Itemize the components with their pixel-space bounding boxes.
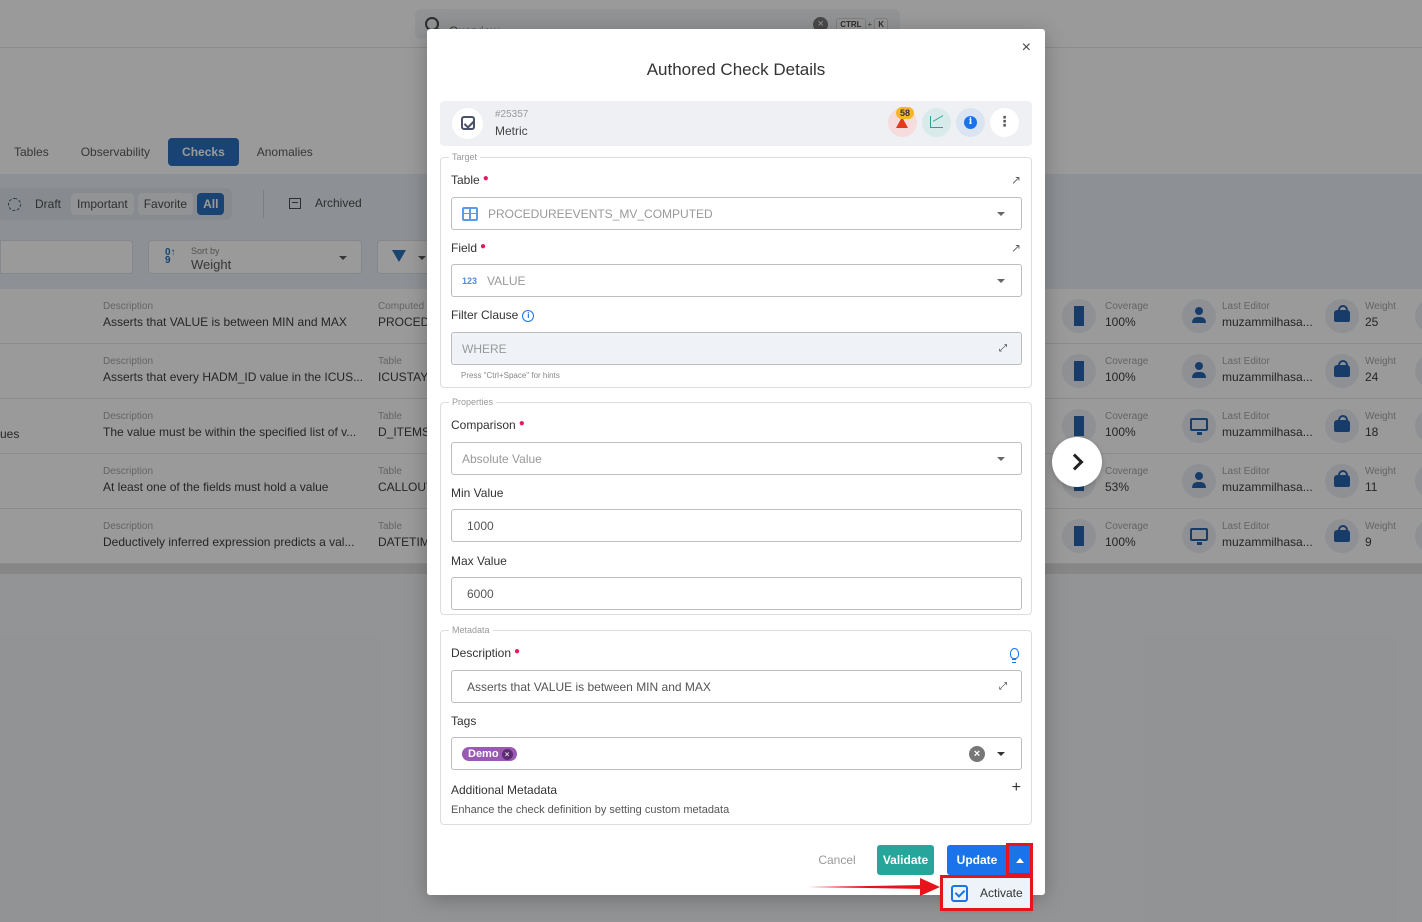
properties-section: Properties Comparison ● Absolute Value Mi… <box>440 397 1032 615</box>
comparison-select[interactable]: Absolute Value <box>451 442 1022 475</box>
target-legend: Target <box>452 152 478 162</box>
update-button[interactable]: Update <box>947 845 1007 875</box>
max-value-input[interactable]: 6000 <box>451 577 1022 610</box>
metadata-legend: Metadata <box>452 625 490 635</box>
min-value-input[interactable]: 1000 <box>451 509 1022 542</box>
table-select[interactable]: PROCEDUREEVENTS_MV_COMPUTED <box>451 197 1022 230</box>
cancel-button[interactable]: Cancel <box>811 845 863 875</box>
annotation-arrow-head <box>920 878 940 896</box>
table-field-label: Table ● <box>451 173 489 187</box>
metadata-section: Metadata Description ● Asserts that VALUE… <box>440 625 1032 825</box>
chart-button[interactable] <box>922 108 951 137</box>
anomaly-count-badge: 58 <box>896 107 915 119</box>
field-label: Field ● <box>451 241 487 255</box>
numeric-type-icon: 123 <box>462 275 478 286</box>
close-icon[interactable]: × <box>1022 39 1031 57</box>
comparison-placeholder: Absolute Value <box>462 451 542 466</box>
tags-label: Tags <box>451 714 477 728</box>
filter-clause-input[interactable]: WHERE ⤢ <box>451 332 1022 365</box>
remove-tag-icon[interactable]: × <box>501 748 513 760</box>
dialog-title: Authored Check Details <box>646 60 826 79</box>
field-select[interactable]: 123 VALUE <box>451 264 1022 297</box>
description-input[interactable]: Asserts that VALUE is between MIN and MA… <box>451 670 1022 703</box>
field-select-value: VALUE <box>487 273 526 288</box>
description-input-value: Asserts that VALUE is between MIN and MA… <box>467 679 711 694</box>
properties-legend: Properties <box>452 397 494 407</box>
info-icon: i <box>964 116 977 129</box>
check-header: #25357 Metric 58 i ⋮ <box>440 101 1032 146</box>
tag-chip[interactable]: Demo × <box>462 747 517 761</box>
table-icon <box>462 206 478 221</box>
chevron-right-icon <box>1066 453 1083 471</box>
info-icon[interactable]: i <box>522 309 535 322</box>
highlight-box-activate <box>940 875 1033 911</box>
chevron-down-icon <box>997 751 1005 756</box>
expand-icon[interactable]: ⤢ <box>999 681 1007 692</box>
info-button[interactable]: i <box>956 108 985 137</box>
add-metadata-icon[interactable]: + <box>1012 779 1021 797</box>
filter-hint: Press "Ctrl+Space" for hints <box>461 371 560 380</box>
comparison-label: Comparison ● <box>451 418 525 432</box>
authored-check-details-dialog: × Authored Check Details #25357 Metric 5… <box>427 29 1045 895</box>
chevron-down-icon <box>997 456 1005 461</box>
description-field-label: Description ● <box>451 646 521 660</box>
max-value-label: Max Value <box>451 554 507 568</box>
validate-button[interactable]: Validate <box>877 845 934 875</box>
tag-label: Demo <box>468 748 499 760</box>
highlight-box-toggle <box>1006 843 1033 876</box>
target-section: Target Table ● ↗ PROCEDUREEVENTS_MV_COMPU… <box>440 152 1032 388</box>
table-select-value: PROCEDUREEVENTS_MV_COMPUTED <box>488 206 713 221</box>
more-options-button[interactable]: ⋮ <box>990 108 1019 137</box>
open-table-link-icon[interactable]: ↗ <box>1011 173 1021 187</box>
next-check-button[interactable] <box>1052 437 1102 487</box>
open-field-link-icon[interactable]: ↗ <box>1011 241 1021 255</box>
clear-tags-icon[interactable]: × <box>969 745 985 762</box>
expand-icon[interactable]: ⤢ <box>999 343 1007 354</box>
chevron-down-icon <box>997 278 1005 283</box>
check-type: Metric <box>495 124 528 138</box>
lightbulb-icon[interactable] <box>1010 648 1019 663</box>
check-icon <box>452 108 483 139</box>
additional-metadata-label: Additional Metadata <box>451 783 558 797</box>
chevron-down-icon <box>997 211 1005 216</box>
filter-clause-label: Filter Clause i <box>451 308 535 322</box>
min-value-label: Min Value <box>451 486 504 500</box>
additional-metadata-description: Enhance the check definition by setting … <box>451 804 730 816</box>
tags-select[interactable]: Demo × × <box>451 737 1022 770</box>
check-id: #25357 <box>495 109 529 120</box>
filter-clause-placeholder: WHERE <box>462 341 507 356</box>
